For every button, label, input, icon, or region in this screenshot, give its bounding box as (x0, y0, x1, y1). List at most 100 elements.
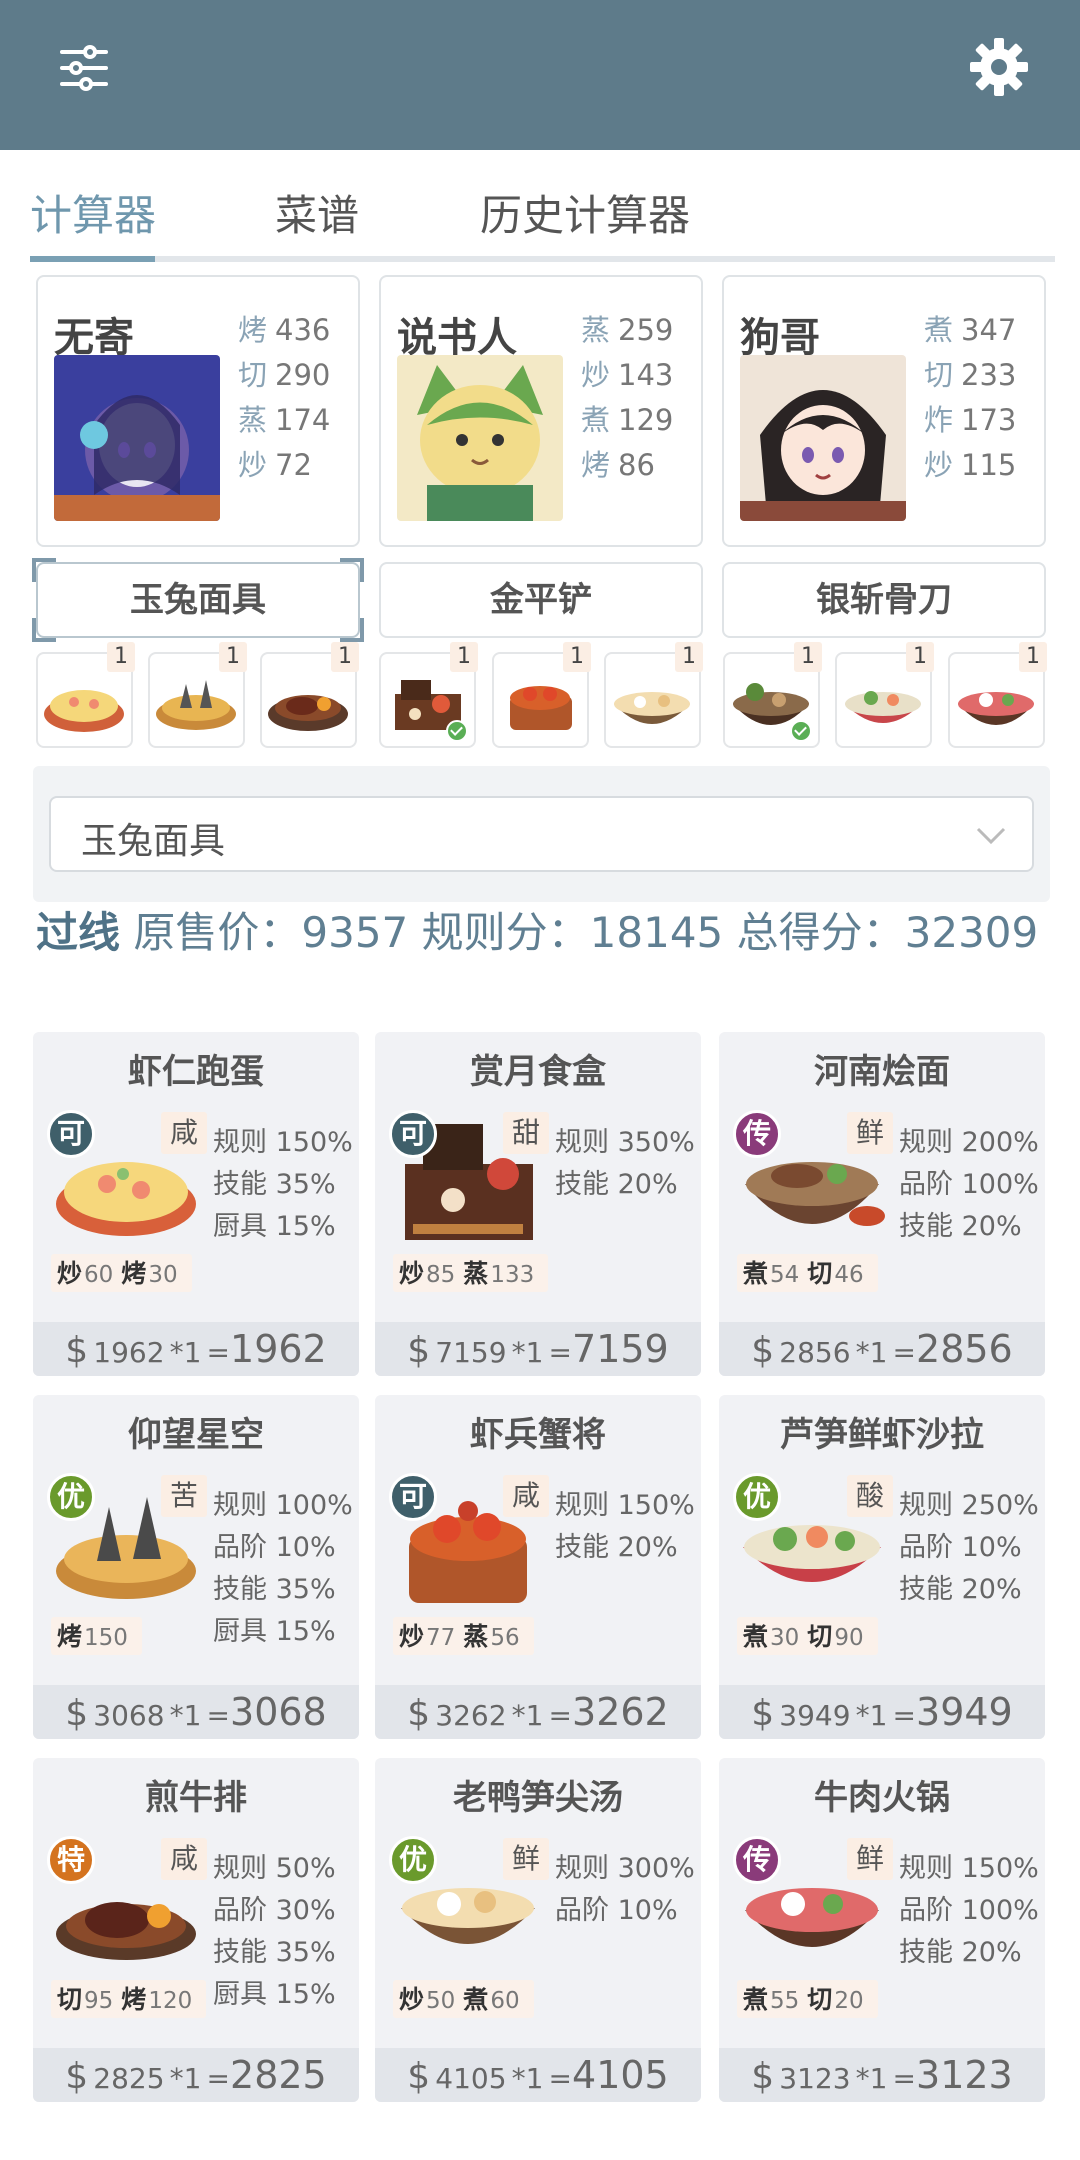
tab-calculator[interactable]: 计算器 (30, 182, 156, 243)
chef-card-1[interactable]: 无寄 烤 436 切 290 蒸 174 炒 72 (36, 275, 360, 547)
bonus-line: 技能 20% (899, 1211, 1022, 1242)
dish-title: 老鸭笋尖汤 (453, 1778, 623, 1818)
selection-corner (340, 558, 364, 582)
original-price-label: 原售价： (133, 908, 302, 957)
bonus-line: 厨具 15% (213, 1979, 336, 2010)
recipe-slot[interactable]: 1 (948, 642, 1047, 748)
dish-title: 牛肉火锅 (814, 1778, 950, 1818)
bonus-line: 品阶 30% (213, 1895, 336, 1926)
price-bar: $ 3068 *1 =3068 (33, 1685, 359, 1739)
bonus-list: 规则 150% 品阶 100% 技能 20% (899, 1846, 1039, 1972)
grade-badge: 传 (733, 1110, 781, 1158)
price-bar: $ 2856 *1 =2856 (719, 1322, 1045, 1376)
chef-stat: 煮 129 (581, 403, 674, 437)
tab-recipes[interactable]: 菜谱 (275, 182, 359, 243)
skill-name: 煮 (463, 1985, 489, 2014)
chevron-down-icon (976, 827, 1006, 845)
recipe-slot[interactable]: 1 (36, 642, 135, 748)
skill-value: 95 (84, 1988, 114, 2014)
recipe-slot[interactable]: 1 (835, 642, 934, 748)
unit-price: 4105 (435, 2062, 507, 2095)
pass-status: 过线 (36, 908, 121, 957)
recipe-slot[interactable]: 1 (148, 642, 247, 748)
dish-card[interactable]: 河南烩面传 鲜规则 200% 品阶 100% 技能 20% 煮54 切46 $ 2856 *… (719, 1032, 1045, 1376)
check-icon (790, 720, 812, 742)
bonus-line: 品阶 100% (899, 1169, 1039, 1200)
grade-badge: 优 (389, 1836, 437, 1884)
currency-symbol: $ (751, 1330, 775, 1371)
skill-value: 90 (834, 1625, 864, 1651)
bonus-line: 品阶 10% (555, 1895, 678, 1926)
equals-sign: = (892, 2062, 917, 2095)
equals-sign: = (548, 1336, 573, 1369)
bonus-list: 规则 350% 技能 20% (555, 1120, 695, 1204)
dish-card[interactable]: 芦笋鲜虾沙拉优 酸规则 250% 品阶 10% 技能 20% 煮30 切90 $ 3949 … (719, 1395, 1045, 1739)
score-summary: 过线 原售价：9357 规则分：18145 总得分：32309 (36, 905, 1046, 960)
skill-requirements: 炒85 蒸133 (393, 1254, 549, 1292)
price-bar: $ 4105 *1 =4105 (375, 2048, 701, 2102)
dish-card[interactable]: 牛肉火锅传 鲜规则 150% 品阶 100% 技能 20% 煮55 切20 $ 3123 *… (719, 1758, 1045, 2102)
quantity: *1 (855, 1699, 888, 1732)
unit-price: 2825 (93, 2062, 165, 2095)
equipment-dropdown[interactable]: 玉兔面具 (49, 796, 1034, 872)
equipment-button-1[interactable]: 玉兔面具 (32, 558, 364, 642)
dish-card[interactable]: 虾仁跑蛋可 咸规则 150% 技能 35% 厨具 15% 炒60 烤30 $ 1962 *1… (33, 1032, 359, 1376)
chef-stat: 蒸 259 (581, 313, 674, 347)
dish-card[interactable]: 老鸭笋尖汤优鲜规则 300% 品阶 10% 炒50 煮60 $ 4105 *1 =410… (375, 1758, 701, 2102)
chef-stat: 炸 173 (924, 403, 1017, 437)
bonus-list: 规则 200% 品阶 100% 技能 20% (899, 1120, 1039, 1246)
recipe-slot[interactable]: 1 (723, 642, 822, 748)
price-bar: $ 2825 *1 =2825 (33, 2048, 359, 2102)
active-tab-indicator (30, 256, 155, 262)
original-price-value: 9357 (301, 908, 409, 957)
currency-symbol: $ (407, 2056, 431, 2097)
bonus-list: 规则 250% 品阶 10% 技能 20% (899, 1483, 1039, 1609)
gear-icon[interactable] (970, 38, 1028, 96)
quantity: *1 (511, 1336, 544, 1369)
tab-history-calculator[interactable]: 历史计算器 (480, 182, 690, 243)
selection-corner (340, 618, 364, 642)
skill-name: 炒 (399, 1259, 425, 1288)
total-price: 3068 (230, 1690, 327, 1734)
bonus-line: 厨具 15% (213, 1616, 336, 1647)
price-bar: $ 3123 *1 =3123 (719, 2048, 1045, 2102)
bonus-line: 规则 150% (213, 1127, 353, 1158)
recipe-slot[interactable]: 1 (379, 642, 478, 748)
skill-value: 20 (834, 1988, 864, 2014)
chef-card-2[interactable]: 说书人 蒸 259 炒 143 煮 129 烤 86 (379, 275, 703, 547)
skill-value: 133 (490, 1262, 535, 1288)
chef-stat: 切 290 (238, 358, 331, 392)
dish-card[interactable]: 赏月食盒可甜规则 350% 技能 20% 炒85 蒸133 $ 7159 *1 =715… (375, 1032, 701, 1376)
recipe-slot[interactable]: 1 (492, 642, 591, 748)
total-price: 3123 (916, 2053, 1013, 2097)
total-price: 3262 (572, 1690, 669, 1734)
unit-price: 1962 (93, 1336, 165, 1369)
rule-score-value: 18145 (589, 908, 724, 957)
slot-count-badge: 1 (563, 642, 591, 672)
skill-name: 蒸 (463, 1622, 489, 1651)
skill-name: 切 (57, 1985, 83, 2014)
bonus-line: 规则 150% (899, 1853, 1039, 1884)
dish-card[interactable]: 虾兵蟹将可咸规则 150% 技能 20% 炒77 蒸56 $ 3262 *1 =3262 (375, 1395, 701, 1739)
equipment-button-3[interactable]: 银斩骨刀 (722, 562, 1046, 638)
skill-name: 炒 (399, 1622, 425, 1651)
chef-card-3[interactable]: 狗哥 煮 347 切 233 炸 173 炒 115 (722, 275, 1046, 547)
skill-requirements: 炒60 烤30 (51, 1254, 192, 1292)
bonus-list: 规则 100% 品阶 10% 技能 35% 厨具 15% (213, 1483, 353, 1651)
sliders-icon[interactable] (58, 42, 110, 94)
bonus-list: 规则 150% 技能 35% 厨具 15% (213, 1120, 353, 1246)
recipe-slot[interactable]: 1 (604, 642, 703, 748)
total-price: 2825 (230, 2053, 327, 2097)
bonus-line: 品阶 10% (213, 1532, 336, 1563)
dish-card[interactable]: 仰望星空优 苦规则 100% 品阶 10% 技能 35% 厨具 15% 烤150 $ 306… (33, 1395, 359, 1739)
dish-card[interactable]: 煎牛排特 咸规则 50% 品阶 30% 技能 35% 厨具 15% 切95 烤120 $ 28… (33, 1758, 359, 2102)
equipment-button-2[interactable]: 金平铲 (379, 562, 703, 638)
flavor-tag: 咸 (161, 1112, 207, 1154)
recipe-slot[interactable]: 1 (260, 642, 359, 748)
unit-price: 3262 (435, 1699, 507, 1732)
total-price: 3949 (916, 1690, 1013, 1734)
price-bar: $ 3262 *1 =3262 (375, 1685, 701, 1739)
slot-count-badge: 1 (107, 642, 135, 672)
currency-symbol: $ (407, 1693, 431, 1734)
check-icon (446, 720, 468, 742)
